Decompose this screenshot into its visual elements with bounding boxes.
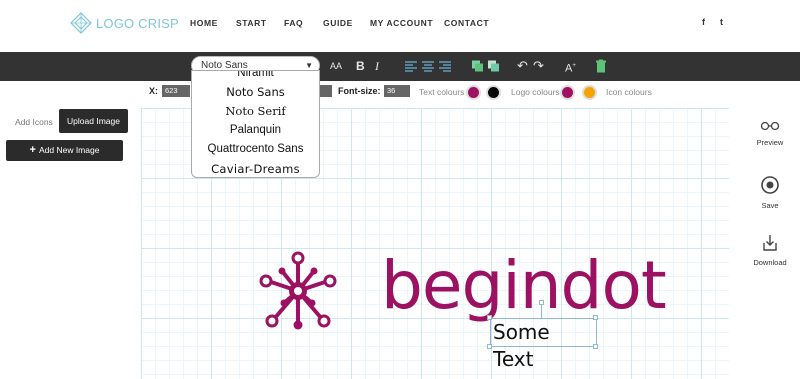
x-input[interactable]: 623 [162, 85, 190, 97]
glasses-icon [760, 121, 780, 131]
font-size-icon[interactable]: AA [330, 58, 342, 74]
plus-icon: + [29, 144, 36, 156]
rotate-handle-line [541, 305, 542, 318]
nav-guide[interactable]: GUIDE [323, 18, 353, 28]
align-center-icon[interactable] [422, 58, 434, 74]
logo-diamond-icon [70, 12, 92, 34]
font-option-niramit[interactable]: Niramit [192, 71, 319, 79]
layer-icon[interactable] [487, 58, 500, 74]
font-dropdown-list: Niramit Noto Sans Noto Serif Palanquin Q… [191, 70, 320, 178]
copy-icon[interactable] [471, 58, 484, 74]
nav-contact[interactable]: CONTACT [444, 18, 489, 28]
twitter-icon[interactable]: t [720, 17, 723, 27]
add-new-image-button[interactable]: + Add New Image [6, 140, 123, 161]
icon-colours-label: Icon colours [606, 87, 652, 97]
y-input-partial[interactable] [320, 85, 332, 97]
font-option-noto-sans[interactable]: Noto Sans [192, 85, 319, 99]
save-button[interactable]: Save [745, 175, 795, 210]
redo-icon[interactable]: ↷ [533, 58, 544, 74]
facebook-icon[interactable]: f [702, 17, 705, 27]
preview-button[interactable]: Preview [745, 120, 795, 147]
delete-icon[interactable] [596, 58, 606, 74]
upload-image-button[interactable]: Upload Image [59, 109, 128, 133]
text-size-icon[interactable]: A+ [565, 58, 576, 75]
text-colour-swatch-1[interactable] [466, 85, 481, 100]
properties-bar: X: 623 Font-size: 36 Text colours Logo c… [0, 84, 800, 101]
nav-home[interactable]: HOME [190, 18, 218, 28]
font-option-palanquin[interactable]: Palanquin [192, 124, 319, 136]
save-label: Save [761, 201, 779, 210]
x-label: X: [149, 86, 158, 96]
editor-toolbar: Noto Sans ▼ AA B I ↶ ↷ A+ [0, 52, 800, 81]
text-colour-swatch-2[interactable] [486, 85, 501, 100]
italic-button[interactable]: I [375, 58, 379, 74]
font-size-label: Font-size: [338, 86, 381, 96]
resize-handle-se[interactable] [593, 344, 598, 349]
selected-text-box[interactable]: Some Text [490, 318, 597, 371]
resize-handle-nw[interactable] [487, 315, 492, 320]
add-new-image-label: Add New Image [38, 145, 100, 155]
download-icon [763, 235, 777, 251]
resize-handle-sw[interactable] [487, 344, 492, 349]
save-circle-icon [761, 176, 779, 194]
preview-label: Preview [756, 138, 784, 147]
add-icons-link[interactable]: Add Icons [15, 117, 53, 127]
nav-faq[interactable]: FAQ [284, 18, 303, 28]
font-option-quattrocento-sans[interactable]: Quattrocento Sans [192, 143, 319, 155]
logo-colours-label: Logo colours [511, 87, 560, 97]
font-option-caviar-dreams[interactable]: Caviar-Dreams [192, 162, 319, 176]
font-option-noto-serif[interactable]: Noto Serif [192, 104, 319, 118]
download-label: Download [753, 258, 787, 267]
site-logo[interactable]: LOGO CRISP [70, 11, 179, 35]
logo-text: LOGO CRISP [96, 15, 179, 31]
logo-colour-swatch-1[interactable] [560, 85, 575, 100]
molecule-logo-icon[interactable] [256, 251, 340, 331]
nav-start[interactable]: START [236, 18, 267, 28]
nav-my-account[interactable]: MY ACCOUNT [370, 18, 433, 28]
text-colours-label: Text colours [419, 87, 465, 97]
bold-button[interactable]: B [356, 58, 365, 74]
font-size-input[interactable]: 36 [384, 85, 410, 97]
align-left-icon[interactable] [405, 58, 417, 74]
brand-name-text[interactable]: begindot [381, 246, 667, 326]
site-header: LOGO CRISP HOME START FAQ GUIDE MY ACCOU… [0, 0, 800, 52]
download-button[interactable]: Download [745, 234, 795, 267]
logo-colour-swatch-2[interactable] [582, 85, 597, 100]
resize-handle-ne[interactable] [593, 315, 598, 320]
align-right-icon[interactable] [439, 58, 451, 74]
undo-icon[interactable]: ↶ [517, 58, 528, 74]
